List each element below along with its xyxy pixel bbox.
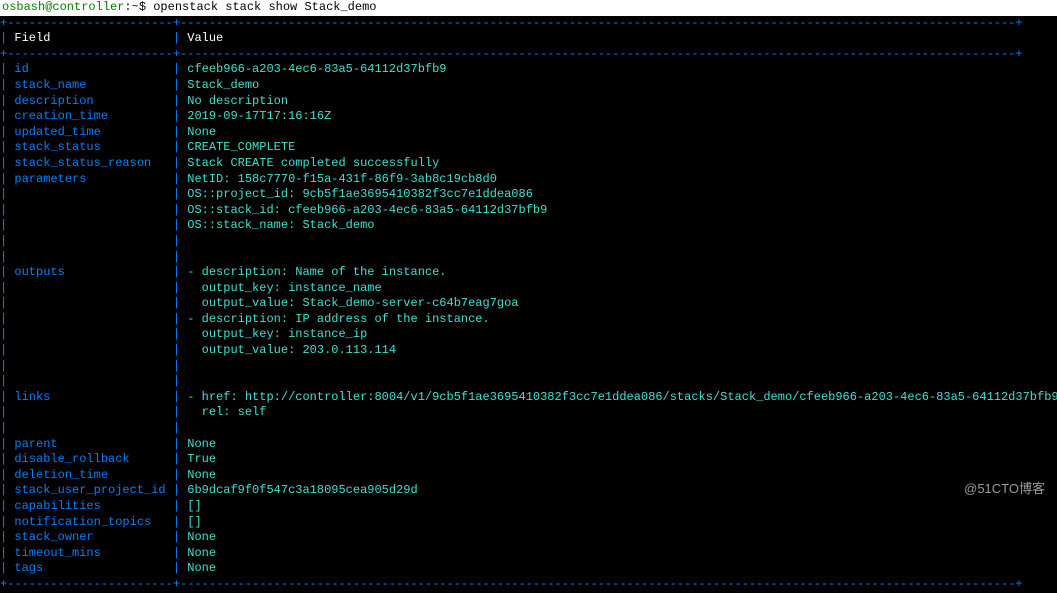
prompt-symbol: $ bbox=[139, 0, 146, 14]
command-output: +-----------------------+---------------… bbox=[0, 16, 1057, 593]
prompt-path: ~ bbox=[132, 0, 139, 14]
watermark: @51CTO博客 bbox=[964, 481, 1045, 498]
terminal[interactable]: osbash@controller:~$ openstack stack sho… bbox=[0, 0, 1057, 593]
command: openstack stack show Stack_demo bbox=[153, 0, 376, 14]
prompt-line: osbash@controller:~$ openstack stack sho… bbox=[0, 0, 1057, 16]
prompt-user-host: osbash@controller bbox=[2, 0, 124, 14]
